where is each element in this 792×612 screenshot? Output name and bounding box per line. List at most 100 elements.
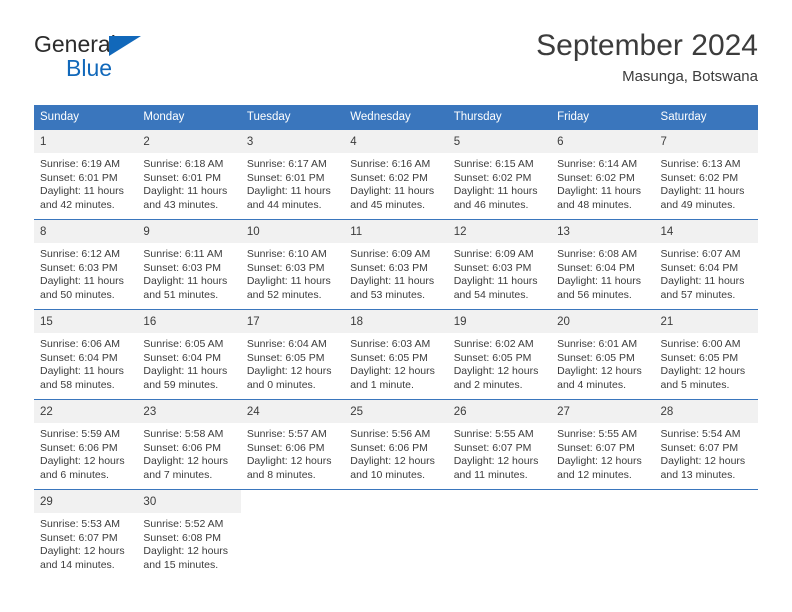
day-number: 12: [453, 226, 467, 238]
day-info: Sunrise: 5:52 AM Sunset: 6:08 PM Dayligh…: [137, 514, 240, 572]
sunset-text: Sunset: 6:05 PM: [660, 351, 739, 364]
day-info: Sunrise: 6:19 AM Sunset: 6:01 PM Dayligh…: [34, 154, 137, 212]
day-number-band: 6: [551, 130, 655, 154]
daylight-text: Daylight: 11 hours and 53 minutes.: [350, 275, 435, 301]
daylight-text: Daylight: 12 hours and 7 minutes.: [143, 455, 229, 481]
day-cell[interactable]: 5 Sunrise: 6:15 AM Sunset: 6:02 PM Dayli…: [447, 130, 552, 219]
day-cell[interactable]: 8 Sunrise: 6:12 AM Sunset: 6:03 PM Dayli…: [34, 220, 138, 309]
sunset-text: Sunset: 6:04 PM: [660, 261, 739, 274]
calendar-week-row: 15 Sunrise: 6:06 AM Sunset: 6:04 PM Dayl…: [34, 309, 758, 399]
day-cell[interactable]: 9 Sunrise: 6:11 AM Sunset: 6:03 PM Dayli…: [137, 220, 241, 309]
sunrise-text: Sunrise: 6:16 AM: [350, 158, 431, 170]
day-number-band: [447, 490, 552, 496]
day-cell[interactable]: 27 Sunrise: 5:55 AM Sunset: 6:07 PM Dayl…: [551, 400, 655, 489]
sunset-text: Sunset: 6:04 PM: [143, 351, 222, 364]
day-cell[interactable]: 25 Sunrise: 5:56 AM Sunset: 6:06 PM Dayl…: [344, 400, 448, 489]
day-cell[interactable]: 22 Sunrise: 5:59 AM Sunset: 6:06 PM Dayl…: [34, 400, 138, 489]
day-number-band: 23: [137, 400, 241, 424]
sunrise-text: Sunrise: 6:09 AM: [350, 248, 431, 260]
daylight-text: Daylight: 11 hours and 59 minutes.: [143, 365, 228, 391]
day-cell[interactable]: 18 Sunrise: 6:03 AM Sunset: 6:05 PM Dayl…: [344, 310, 448, 399]
day-cell[interactable]: 21 Sunrise: 6:00 AM Sunset: 6:05 PM Dayl…: [654, 310, 758, 399]
day-cell[interactable]: 20 Sunrise: 6:01 AM Sunset: 6:05 PM Dayl…: [551, 310, 655, 399]
weekday-header-monday: Monday: [143, 111, 185, 123]
day-cell[interactable]: 14 Sunrise: 6:07 AM Sunset: 6:04 PM Dayl…: [654, 220, 758, 309]
day-info: Sunrise: 5:56 AM Sunset: 6:06 PM Dayligh…: [344, 424, 447, 482]
day-number-band: 24: [240, 400, 345, 424]
sunset-text: Sunset: 6:02 PM: [557, 171, 635, 184]
day-info: Sunrise: 6:17 AM Sunset: 6:01 PM Dayligh…: [241, 154, 344, 212]
day-cell[interactable]: 7 Sunrise: 6:13 AM Sunset: 6:02 PM Dayli…: [654, 130, 758, 219]
daylight-text: Daylight: 12 hours and 10 minutes.: [350, 455, 435, 481]
sunrise-text: Sunrise: 6:12 AM: [40, 248, 120, 260]
day-info: Sunrise: 5:59 AM Sunset: 6:06 PM Dayligh…: [34, 424, 137, 482]
day-number: 21: [660, 316, 674, 328]
day-cell-empty: [654, 490, 758, 579]
day-cell[interactable]: 6 Sunrise: 6:14 AM Sunset: 6:02 PM Dayli…: [551, 130, 655, 219]
daylight-text: Daylight: 11 hours and 42 minutes.: [40, 185, 124, 211]
sunset-text: Sunset: 6:07 PM: [660, 441, 739, 454]
sunset-text: Sunset: 6:06 PM: [40, 441, 118, 454]
sunset-text: Sunset: 6:07 PM: [40, 531, 118, 544]
day-cell[interactable]: 17 Sunrise: 6:04 AM Sunset: 6:05 PM Dayl…: [240, 310, 345, 399]
sunrise-text: Sunrise: 6:14 AM: [557, 158, 638, 170]
day-cell[interactable]: 30 Sunrise: 5:52 AM Sunset: 6:08 PM Dayl…: [137, 490, 241, 579]
day-info: Sunrise: 5:58 AM Sunset: 6:06 PM Dayligh…: [137, 424, 240, 482]
day-cell[interactable]: 28 Sunrise: 5:54 AM Sunset: 6:07 PM Dayl…: [654, 400, 758, 489]
day-cell[interactable]: 10 Sunrise: 6:10 AM Sunset: 6:03 PM Dayl…: [240, 220, 345, 309]
day-number: 25: [350, 406, 364, 418]
day-info: Sunrise: 6:16 AM Sunset: 6:02 PM Dayligh…: [344, 154, 447, 212]
day-number-band: 7: [654, 130, 758, 154]
sunset-text: Sunset: 6:01 PM: [40, 171, 118, 184]
sunset-text: Sunset: 6:03 PM: [453, 261, 532, 274]
day-number: 5: [453, 136, 461, 148]
sunrise-text: Sunrise: 6:05 AM: [143, 338, 224, 350]
day-info: Sunrise: 6:09 AM Sunset: 6:03 PM Dayligh…: [344, 244, 447, 302]
day-number: 6: [557, 136, 564, 148]
brand-logo[interactable]: General Blue: [34, 32, 234, 90]
day-number-band: 4: [344, 130, 448, 154]
day-cell-empty: [447, 490, 552, 579]
day-cell[interactable]: 19 Sunrise: 6:02 AM Sunset: 6:05 PM Dayl…: [447, 310, 552, 399]
weekday-header-saturday: Saturday: [660, 111, 707, 123]
weekday-header-thursday: Thursday: [453, 111, 502, 123]
sunset-text: Sunset: 6:01 PM: [246, 171, 325, 184]
sunrise-text: Sunrise: 6:07 AM: [660, 248, 741, 260]
daylight-text: Daylight: 12 hours and 2 minutes.: [453, 365, 539, 391]
day-cell[interactable]: 16 Sunrise: 6:05 AM Sunset: 6:04 PM Dayl…: [137, 310, 241, 399]
day-number-band: 8: [34, 220, 138, 244]
day-cell[interactable]: 3 Sunrise: 6:17 AM Sunset: 6:01 PM Dayli…: [240, 130, 345, 219]
day-number: 15: [40, 316, 53, 328]
daylight-text: Daylight: 11 hours and 52 minutes.: [246, 275, 331, 301]
daylight-text: Daylight: 11 hours and 49 minutes.: [660, 185, 745, 211]
sunset-text: Sunset: 6:02 PM: [350, 171, 428, 184]
day-cell-empty: [240, 490, 345, 579]
sunrise-text: Sunrise: 6:09 AM: [453, 248, 534, 260]
day-cell[interactable]: 4 Sunrise: 6:16 AM Sunset: 6:02 PM Dayli…: [344, 130, 448, 219]
day-cell[interactable]: 12 Sunrise: 6:09 AM Sunset: 6:03 PM Dayl…: [447, 220, 552, 309]
day-cell[interactable]: 15 Sunrise: 6:06 AM Sunset: 6:04 PM Dayl…: [34, 310, 138, 399]
day-cell[interactable]: 24 Sunrise: 5:57 AM Sunset: 6:06 PM Dayl…: [240, 400, 345, 489]
day-cell[interactable]: 1 Sunrise: 6:19 AM Sunset: 6:01 PM Dayli…: [34, 130, 138, 219]
blue-triangle-logo-icon: [109, 36, 141, 56]
day-cell[interactable]: 23 Sunrise: 5:58 AM Sunset: 6:06 PM Dayl…: [137, 400, 241, 489]
day-cell[interactable]: 13 Sunrise: 6:08 AM Sunset: 6:04 PM Dayl…: [551, 220, 655, 309]
sunrise-text: Sunrise: 5:52 AM: [143, 518, 224, 530]
day-number: 2: [143, 136, 150, 148]
day-number: 9: [143, 226, 150, 238]
day-info: Sunrise: 6:01 AM Sunset: 6:05 PM Dayligh…: [551, 334, 654, 392]
sunrise-text: Sunrise: 6:04 AM: [246, 338, 327, 350]
sunset-text: Sunset: 6:06 PM: [143, 441, 222, 454]
day-cell[interactable]: 29 Sunrise: 5:53 AM Sunset: 6:07 PM Dayl…: [34, 490, 138, 579]
brand-name-top-text: General: [34, 31, 116, 57]
day-number: 18: [350, 316, 364, 328]
day-info: Sunrise: 6:00 AM Sunset: 6:05 PM Dayligh…: [655, 334, 758, 392]
day-cell[interactable]: 11 Sunrise: 6:09 AM Sunset: 6:03 PM Dayl…: [344, 220, 448, 309]
day-cell-empty: [344, 490, 448, 579]
weekday-header-tuesday: Tuesday: [246, 111, 291, 123]
sunset-text: Sunset: 6:01 PM: [143, 171, 222, 184]
day-cell[interactable]: 26 Sunrise: 5:55 AM Sunset: 6:07 PM Dayl…: [447, 400, 552, 489]
day-number-band: [240, 490, 345, 496]
day-cell[interactable]: 2 Sunrise: 6:18 AM Sunset: 6:01 PM Dayli…: [137, 130, 241, 219]
sunrise-text: Sunrise: 5:59 AM: [40, 428, 120, 440]
